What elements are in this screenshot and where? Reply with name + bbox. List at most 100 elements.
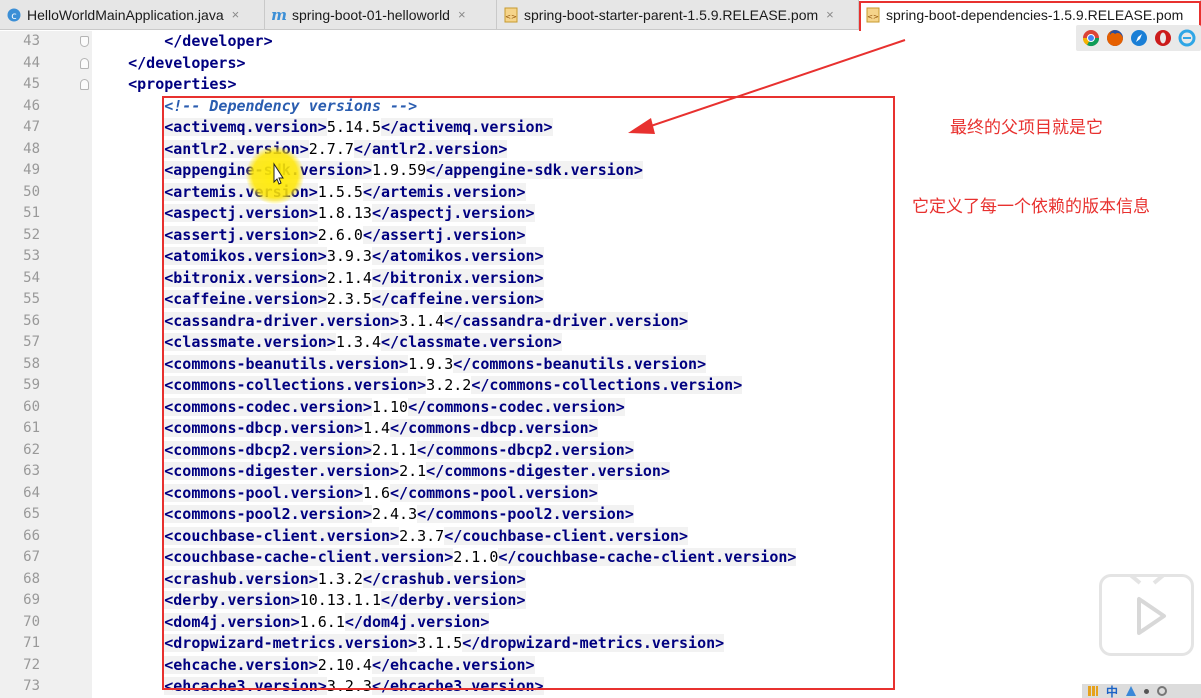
xml-value: 2.4.3	[371, 505, 418, 523]
code-line[interactable]: <commons-pool2.version>2.4.3</commons-po…	[92, 504, 1192, 526]
xml-tag: <commons-digester.version>	[164, 462, 400, 480]
xml-value: 10.13.1.1	[299, 591, 381, 609]
line-number: 48	[23, 140, 40, 157]
ie-icon[interactable]	[1178, 29, 1196, 47]
xml-value: 3.2.2	[426, 376, 472, 394]
xml-tag: </ehcache3.version>	[371, 677, 544, 695]
ime-settings-icon	[1157, 686, 1168, 696]
code-fold-marker-icon[interactable]	[80, 36, 89, 47]
xml-value: 2.1.4	[326, 268, 372, 287]
code-line[interactable]: <commons-codec.version>1.10</commons-cod…	[92, 397, 1192, 419]
video-play-button[interactable]	[1099, 574, 1194, 656]
code-line[interactable]: <commons-dbcp2.version>2.1.1</commons-db…	[92, 440, 1192, 462]
code-line[interactable]: <assertj.version>2.6.0</assertj.version>	[92, 225, 1192, 247]
xml-tag: <properties>	[128, 75, 237, 93]
code-line[interactable]: <dom4j.version>1.6.1</dom4j.version>	[92, 612, 1192, 634]
xml-tag: </antlr2.version>	[353, 139, 508, 158]
xml-tag: </appengine-sdk.version>	[426, 161, 643, 179]
code-fold-marker-icon[interactable]	[80, 57, 89, 69]
line-number: 55	[23, 291, 40, 307]
code-line[interactable]: <commons-digester.version>2.1</commons-d…	[92, 461, 1192, 483]
tab-hello-world-main-application[interactable]: c HelloWorldMainApplication.java ×	[0, 0, 265, 29]
xml-value: 2.1.1	[371, 440, 418, 459]
line-number: 61	[23, 420, 40, 436]
opera-icon[interactable]	[1154, 29, 1172, 47]
code-line[interactable]: <crashub.version>1.3.2</crashub.version>	[92, 569, 1192, 591]
code-fold-marker-icon[interactable]	[80, 79, 89, 90]
firefox-icon[interactable]	[1106, 29, 1124, 47]
xml-value: 1.6	[362, 483, 391, 502]
code-line[interactable]: <bitronix.version>2.1.4</bitronix.versio…	[92, 268, 1192, 290]
system-tray: 中	[1082, 684, 1201, 698]
code-line[interactable]: <ehcache.version>2.10.4</ehcache.version…	[92, 655, 1192, 677]
code-line[interactable]: <commons-pool.version>1.6</commons-pool.…	[92, 483, 1192, 505]
xml-tag: </caffeine.version>	[371, 290, 544, 308]
xml-tag: </couchbase-client.version>	[444, 526, 689, 545]
svg-text:<>: <>	[867, 13, 879, 21]
code-line[interactable]: <couchbase-cache-client.version>2.1.0</c…	[92, 547, 1192, 569]
tab-spring-boot-01-helloworld[interactable]: m spring-boot-01-helloworld ×	[265, 0, 497, 29]
line-number: 54	[23, 269, 40, 286]
xml-value: 1.6.1	[299, 612, 345, 631]
xml-tag: </commons-pool2.version>	[417, 505, 634, 523]
code-line[interactable]: </developer>	[92, 31, 1192, 53]
code-line[interactable]: <commons-collections.version>3.2.2</comm…	[92, 375, 1192, 397]
xml-value: 3.1.5	[417, 634, 463, 652]
ime-indicator[interactable]: 中	[1106, 683, 1118, 698]
close-icon[interactable]: ×	[458, 7, 466, 22]
code-line[interactable]: <commons-dbcp.version>1.4</commons-dbcp.…	[92, 418, 1192, 440]
xml-tag: <cassandra-driver.version>	[164, 311, 400, 330]
xml-tag: <atomikos.version>	[164, 247, 327, 265]
code-line[interactable]: <commons-beanutils.version>1.9.3</common…	[92, 354, 1192, 376]
tab-label: spring-boot-starter-parent-1.5.9.RELEASE…	[524, 6, 819, 23]
code-line[interactable]: <cassandra-driver.version>3.1.4</cassand…	[92, 311, 1192, 333]
line-number: 58	[23, 355, 40, 372]
xml-tag: </artemis.version>	[362, 182, 526, 201]
code-line[interactable]: <atomikos.version>3.9.3</atomikos.versio…	[92, 246, 1192, 268]
xml-tag: <commons-codec.version>	[164, 397, 372, 416]
code-line[interactable]: <couchbase-client.version>2.3.7</couchba…	[92, 526, 1192, 548]
close-icon[interactable]: ×	[232, 7, 240, 22]
xml-tag: </commons-dbcp.version>	[390, 419, 598, 437]
line-number: 71	[23, 635, 40, 651]
xml-tag: </ehcache.version>	[371, 655, 535, 674]
code-line[interactable]: <classmate.version>1.3.4</classmate.vers…	[92, 332, 1192, 354]
code-line[interactable]: <caffeine.version>2.3.5</caffeine.versio…	[92, 289, 1192, 311]
line-number: 57	[23, 334, 40, 350]
xml-value: 1.10	[371, 397, 409, 416]
xml-comment: <!-- Dependency versions -->	[164, 96, 418, 115]
close-icon[interactable]: ×	[826, 7, 834, 22]
code-line[interactable]: <ehcache3.version>3.2.3</ehcache3.versio…	[92, 676, 1192, 698]
xml-tag: <bitronix.version>	[164, 268, 327, 287]
annotation-versions-note: 它定义了每一个依赖的版本信息	[912, 197, 1150, 217]
line-number: 60	[23, 398, 40, 415]
safari-icon[interactable]	[1130, 29, 1148, 47]
xml-value: 5.14.5	[326, 118, 381, 136]
xml-value: 2.1.0	[453, 548, 499, 566]
code-line[interactable]: <dropwizard-metrics.version>3.1.5</dropw…	[92, 633, 1192, 655]
chrome-icon[interactable]	[1082, 29, 1100, 47]
xml-tag: <aspectj.version>	[164, 204, 318, 222]
tray-bars-icon	[1088, 686, 1098, 696]
xml-tag: </couchbase-cache-client.version>	[498, 548, 797, 566]
xml-tag: <caffeine.version>	[164, 290, 327, 308]
code-line[interactable]: </developers>	[92, 53, 1192, 75]
line-number: 49	[23, 162, 40, 178]
code-line[interactable]: <derby.version>10.13.1.1</derby.version>	[92, 590, 1192, 612]
line-number: 59	[23, 377, 40, 393]
code-line[interactable]: <properties>	[92, 74, 1192, 96]
line-number: 47	[23, 119, 40, 135]
xml-tag: </derby.version>	[381, 591, 526, 609]
xml-tag: </commons-collections.version>	[471, 376, 743, 394]
tab-spring-boot-starter-parent[interactable]: <> spring-boot-starter-parent-1.5.9.RELE…	[497, 0, 859, 29]
xml-file-icon: <>	[865, 7, 881, 23]
tab-label: HelloWorldMainApplication.java	[27, 6, 224, 23]
xml-value: 2.3.7	[399, 526, 445, 545]
